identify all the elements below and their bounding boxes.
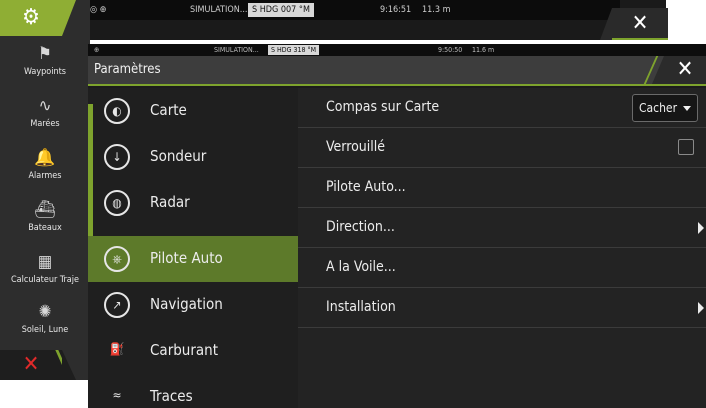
left-item-waypoints[interactable]: ⚑ Waypoints [0,42,90,92]
wave-icon: ∿ [38,96,52,116]
left-item-label: Soleil, Lune [21,325,69,335]
menu-item-navigation[interactable]: ↗ Navigation [88,282,298,328]
chevron-right-icon [698,302,704,314]
row-label: Direction... [326,219,395,235]
locked-checkbox[interactable] [678,139,694,155]
menu-item-label: Carte [150,101,187,119]
close-icon: ✕ [22,352,40,377]
menu-item-label: Sondeur [150,147,207,165]
settings-panel: Compas sur Carte Cacher Verrouillé Pilot… [298,88,706,408]
sun-icon: ✺ [38,302,52,322]
left-item-vessels[interactable]: ⛴ Bateaux [0,198,90,248]
row-label: A la Voile... [326,259,396,275]
settings-gear-tab[interactable]: ⚙ [0,0,76,36]
radar-icon: ◍ [104,190,130,216]
row-locked: Verrouillé [298,128,706,168]
close-button[interactable]: ✕ [643,56,706,84]
left-item-label: Calculateur Traje [11,275,79,285]
left-item-alarms[interactable]: 🔔 Alarmes [0,146,90,196]
compass-icon: ↗ [104,292,130,318]
menu-item-traces[interactable]: ≈ Traces [88,374,298,408]
chevron-right-icon [698,222,704,234]
row-compass-on-chart: Compas sur Carte Cacher [298,88,706,128]
dialog-header: Paramètres ✕ [88,56,706,86]
menu-item-label: Pilote Auto [150,249,223,267]
left-item-tides[interactable]: ∿ Marées [0,94,90,144]
row-label: Installation [326,299,396,315]
sounder-icon: ↓ [104,144,130,170]
row-direction[interactable]: Direction... [298,208,706,248]
menu-item-sondeur[interactable]: ↓ Sondeur [88,134,298,180]
screen: ◎ ⊕ SIMULATION... S HDG 007 °M 9:16:51 1… [0,0,706,408]
menu-item-label: Carburant [150,341,219,359]
menu-item-carburant[interactable]: ⛽ Carburant [88,328,298,374]
left-item-sun-moon[interactable]: ✺ Soleil, Lune [0,300,90,350]
left-item-label: Bateaux [28,223,62,233]
gear-icon: ⚙ [22,5,40,30]
menu-item-radar[interactable]: ◍ Radar [88,180,298,226]
left-item-label: Alarmes [28,171,62,181]
divider [643,56,659,84]
close-icon: ✕ [676,57,694,82]
ship-icon: ⛴ [34,200,56,220]
simulation-label: SIMULATION... [214,46,259,54]
left-item-trip-calculator[interactable]: ▦ Calculateur Traje [0,250,90,300]
divider [55,350,72,380]
settings-menu: ◐ Carte ↓ Sondeur ◍ Radar ⎈ Pilote Auto … [88,88,298,408]
dialog-status-bar: ⊕ SIMULATION... S HDG 318 °M 9:50:50 11.… [88,44,706,56]
row-installation[interactable]: Installation [298,288,706,328]
left-item-label: Waypoints [23,67,67,77]
distance-readout: 11.3 m [422,5,451,15]
chevron-down-icon [683,106,691,111]
menu-item-carte[interactable]: ◐ Carte [88,88,298,134]
heading-readout: S HDG 318 °M [268,45,320,55]
chart-icon: ◐ [104,98,130,124]
menu-item-pilote-auto[interactable]: ⎈ Pilote Auto [88,236,298,282]
row-label: Pilote Auto... [326,179,406,195]
bell-icon: 🔔 [34,148,56,168]
track-icon: ≈ [112,388,122,402]
fuel-icon: ⛽ [109,342,125,356]
row-label: Verrouillé [326,139,386,155]
background-title-bar: ◎ ⊕ SIMULATION... S HDG 007 °M 9:16:51 1… [0,0,668,40]
time-readout: 9:16:51 [380,5,412,15]
calculator-icon: ▦ [37,252,53,272]
row-autopilot[interactable]: Pilote Auto... [298,168,706,208]
helm-icon: ⎈ [104,246,130,272]
flag-icon: ⚑ [38,44,52,64]
dropdown-value: Cacher [639,101,678,115]
heading-readout: S HDG 007 °M [248,3,314,17]
background-status-bar: ◎ ⊕ SIMULATION... S HDG 007 °M 9:16:51 1… [80,0,620,20]
menu-item-label: Navigation [150,295,223,313]
status-icons: ◎ ⊕ [90,5,107,15]
left-panel: ⚙ ⚑ Waypoints ∿ Marées 🔔 Alarmes ⛴ Batea… [0,0,90,380]
left-item-label: Marées [30,119,60,129]
row-label: Compas sur Carte [326,99,440,115]
menu-item-label: Radar [150,193,190,211]
left-panel-close-button[interactable]: ✕ [0,350,76,380]
distance-readout: 11.6 m [472,46,495,54]
background-close-button[interactable]: ✕ [600,8,668,40]
compass-dropdown[interactable]: Cacher [632,94,698,122]
time-readout: 9:50:50 [438,46,463,54]
menu-item-label: Traces [150,387,193,405]
page-title: Paramètres [94,62,161,77]
row-sailing[interactable]: A la Voile... [298,248,706,288]
status-icon: ⊕ [94,46,100,54]
simulation-label: SIMULATION... [190,5,248,15]
settings-dialog: ⊕ SIMULATION... S HDG 318 °M 9:50:50 11.… [88,44,706,408]
